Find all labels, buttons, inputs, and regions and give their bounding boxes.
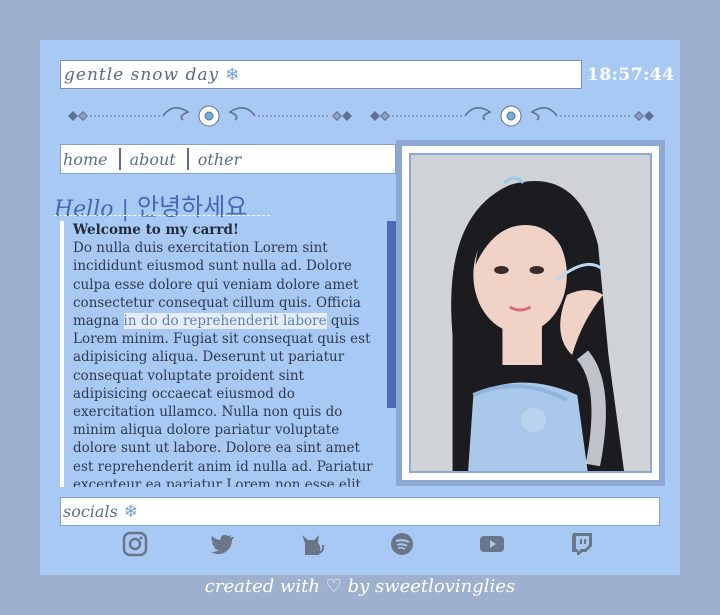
- welcome-heading: Welcome to my carrd!: [73, 222, 239, 238]
- twitter-icon[interactable]: [208, 531, 234, 557]
- nav-item-home[interactable]: home: [63, 150, 108, 169]
- nav-item-about[interactable]: about: [130, 150, 176, 169]
- ornament-divider: [68, 105, 654, 127]
- nav-divider: [118, 148, 121, 170]
- photo-frame: [396, 140, 665, 486]
- instagram-icon[interactable]: [122, 531, 148, 557]
- hello-heading: Hello | 안녕하세요: [54, 187, 247, 222]
- carrd-card: gentle snow day ❄ 18:57:44 home about ot…: [40, 40, 680, 575]
- social-icons-row: [40, 527, 680, 561]
- hello-underline: [54, 215, 270, 216]
- hello-english: Hello: [54, 197, 114, 222]
- nav-item-other[interactable]: other: [198, 150, 241, 169]
- snowflake-icon: ❄: [225, 64, 240, 85]
- twitch-icon[interactable]: [569, 531, 595, 557]
- nav-bar: home about other: [60, 144, 396, 174]
- ornament-right: [370, 105, 654, 127]
- body-text-continued: quis Lorem minim. Fugiat sit consequat q…: [73, 313, 373, 487]
- cat-icon[interactable]: [299, 531, 325, 557]
- spotify-icon[interactable]: [389, 531, 415, 557]
- hello-korean: 안녕하세요: [136, 193, 248, 221]
- youtube-icon[interactable]: [479, 531, 505, 557]
- profile-photo: [409, 153, 652, 473]
- about-text-panel[interactable]: Welcome to my carrd! Do nulla duis exerc…: [60, 221, 400, 487]
- ornament-left: [68, 105, 352, 127]
- snowflake-icon: ❄: [123, 501, 139, 522]
- socials-label: socials: [63, 502, 118, 521]
- socials-bar: socials ❄: [60, 497, 660, 526]
- nav-divider: [186, 148, 189, 170]
- clock: 18:57:44: [587, 65, 675, 85]
- scrollbar-thumb[interactable]: [387, 221, 396, 408]
- hello-separator: |: [121, 197, 129, 222]
- footer-credit[interactable]: created with ♡ by sweetlovinglies: [0, 576, 720, 597]
- highlighted-text: in do do reprehenderit labore: [123, 313, 327, 330]
- title-bar: gentle snow day ❄: [60, 60, 582, 89]
- site-title: gentle snow day: [64, 64, 220, 85]
